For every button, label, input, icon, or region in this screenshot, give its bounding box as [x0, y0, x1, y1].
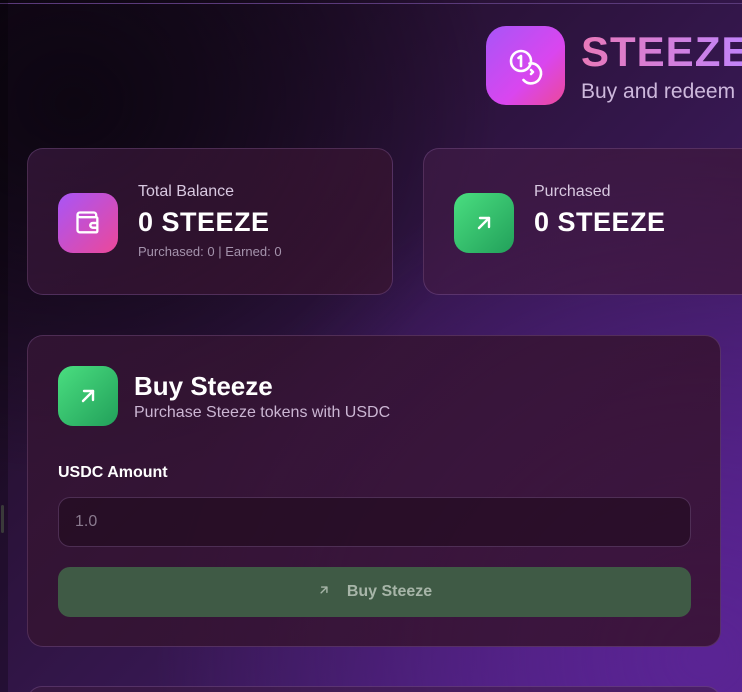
left-panel-edge	[0, 0, 8, 692]
buy-button-label: Buy Steeze	[346, 583, 433, 600]
usdc-amount-input[interactable]	[58, 497, 691, 547]
arrow-up-right-icon	[454, 193, 514, 253]
app-header: STEEZE Buy and redeem	[486, 26, 742, 105]
wallet-icon	[58, 193, 118, 253]
arrow-up-right-icon	[317, 583, 331, 602]
buy-title: Buy Steeze	[134, 371, 273, 401]
app-title: STEEZE	[581, 28, 742, 76]
stat-breakdown: Purchased: 0 | Earned: 0	[138, 244, 282, 259]
next-card	[27, 686, 721, 692]
total-balance-card: Total Balance 0 STEEZE Purchased: 0 | Ea…	[27, 148, 393, 295]
purchased-card: Purchased 0 STEEZE	[423, 148, 742, 295]
stat-label: Total Balance	[138, 183, 235, 200]
buy-subtitle: Purchase Steeze tokens with USDC	[134, 404, 391, 421]
stat-label: Purchased	[534, 183, 611, 200]
coins-icon	[486, 26, 565, 105]
app-subtitle: Buy and redeem	[581, 80, 736, 103]
buy-steeze-button[interactable]: Buy Steeze	[58, 567, 691, 617]
stat-value: 0 STEEZE	[534, 207, 666, 237]
top-border	[0, 3, 742, 4]
usdc-amount-label: USDC Amount	[58, 464, 168, 481]
buy-steeze-card: Buy Steeze Purchase Steeze tokens with U…	[27, 335, 721, 647]
resize-handle[interactable]	[1, 505, 4, 533]
arrow-up-right-icon	[58, 366, 118, 426]
stat-value: 0 STEEZE	[138, 207, 270, 237]
